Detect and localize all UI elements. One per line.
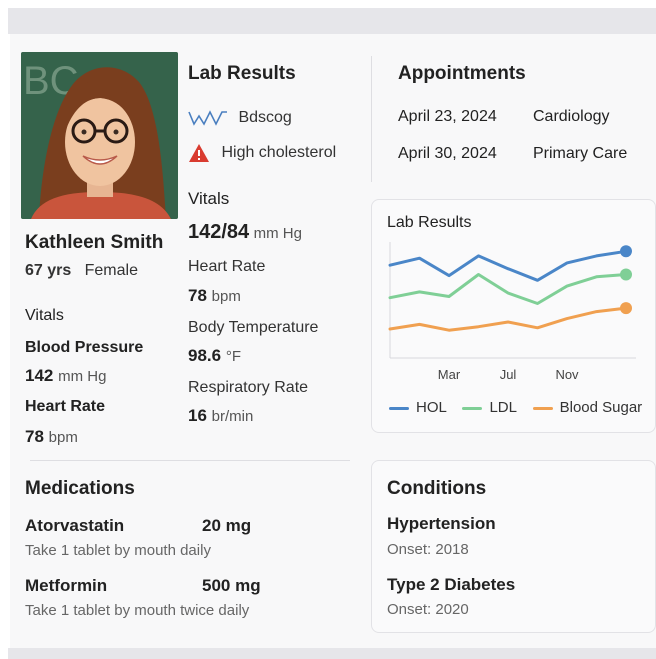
legend-label: Blood Sugar (559, 399, 643, 416)
series-line-2 (388, 306, 628, 332)
condition-name[interactable]: Hypertension (387, 514, 496, 534)
vitals-rr-reading: 16 br/min (188, 406, 253, 426)
x-tick-label: Jul (500, 367, 517, 382)
heart-rate-unit: bpm (48, 429, 78, 446)
heart-rate-reading: 78 bpm (25, 427, 78, 447)
column-divider (371, 56, 372, 182)
legend-item: Blood Sugar (532, 399, 643, 416)
legend-item: LDL (462, 399, 516, 416)
legend-item: HOL (389, 399, 446, 416)
vitals-heading: Vitals (188, 189, 230, 208)
lab-result-item[interactable]: Bdscog (188, 108, 292, 128)
blood-pressure-unit: mm Hg (58, 368, 107, 385)
condition-onset: Onset: 2018 (387, 541, 469, 558)
x-tick-label: Nov (555, 367, 579, 382)
conditions-heading: Conditions (387, 478, 487, 499)
patient-name: Kathleen Smith (25, 232, 164, 253)
bottom-bar (8, 648, 656, 659)
lab-results-heading: Lab Results (188, 63, 296, 84)
series-line-1 (388, 273, 628, 305)
patient-age: 67 yrs (25, 262, 72, 279)
patient-sex: Female (84, 262, 138, 279)
vitals-rr-value: 16 (188, 406, 207, 425)
vitals-subheading: Vitals (25, 307, 64, 324)
legend-swatch (462, 406, 483, 410)
appointment-department[interactable]: Cardiology (533, 108, 609, 126)
vitals-rr-label: Respiratory Rate (188, 379, 309, 396)
vitals-rr-unit: br/min (211, 408, 254, 425)
vitals-bp-value: 142/84 (188, 221, 250, 243)
vitals-temp-label: Body Temperature (188, 319, 319, 336)
lab-result-item[interactable]: High cholesterol (188, 143, 336, 163)
medications-heading: Medications (25, 478, 135, 499)
vitals-bp-reading: 142/84 mm Hg (188, 221, 302, 244)
vitals-hr-reading: 78 bpm (188, 286, 241, 306)
medication-name[interactable]: Atorvastatin (25, 516, 124, 536)
lab-results-line-chart: Mar Jul Nov (388, 242, 636, 382)
vitals-temp-unit: °F (225, 348, 241, 365)
appointment-department[interactable]: Primary Care (533, 145, 627, 163)
waveform-icon (188, 110, 227, 126)
section-divider (30, 460, 350, 461)
blood-pressure-value: 142 (25, 366, 54, 385)
series-line-0 (388, 249, 628, 282)
vitals-hr-label: Heart Rate (188, 258, 266, 275)
heart-rate-value: 78 (25, 427, 44, 446)
medication-name[interactable]: Metformin (25, 576, 107, 596)
appointments-heading: Appointments (398, 63, 526, 84)
patient-age-sex: 67 yrs Female (25, 262, 138, 280)
medication-dose: 20 mg (202, 516, 252, 535)
appointment-date[interactable]: April 30, 2024 (398, 145, 497, 163)
vitals-hr-value: 78 (188, 286, 207, 305)
legend-swatch (389, 406, 409, 410)
lab-result-label: High cholesterol (221, 144, 337, 162)
heart-rate-label: Heart Rate (25, 398, 106, 415)
medication-dose: 500 mg (202, 576, 261, 595)
vitals-temp-value: 98.6 (188, 346, 222, 365)
series-end-point[interactable] (620, 268, 632, 281)
warning-icon (189, 144, 209, 162)
legend-label: LDL (489, 399, 517, 416)
series-end-point[interactable] (620, 245, 632, 258)
series-end-point[interactable] (620, 302, 632, 315)
condition-onset: Onset: 2020 (387, 601, 469, 618)
chart-legend: HOL LDL Blood Sugar (389, 399, 642, 416)
top-bar (8, 8, 656, 34)
vitals-temp-reading: 98.6 °F (188, 346, 241, 366)
vitals-hr-unit: bpm (211, 288, 241, 305)
medication-instructions: Take 1 tablet by mouth twice daily (25, 602, 250, 619)
lab-result-label: Bdscog (238, 109, 292, 127)
blood-pressure-label: Blood Pressure (25, 339, 144, 356)
legend-swatch (532, 406, 553, 410)
blood-pressure-reading: 142 mm Hg (25, 366, 106, 386)
appointment-date[interactable]: April 23, 2024 (398, 108, 497, 126)
condition-name[interactable]: Type 2 Diabetes (387, 575, 515, 595)
vitals-bp-unit: mm Hg (253, 225, 302, 242)
legend-label: HOL (416, 399, 447, 416)
chart-title: Lab Results (387, 214, 472, 231)
x-tick-label: Mar (438, 367, 461, 382)
medication-instructions: Take 1 tablet by mouth daily (25, 542, 211, 559)
patient-photo: BC (21, 52, 178, 219)
